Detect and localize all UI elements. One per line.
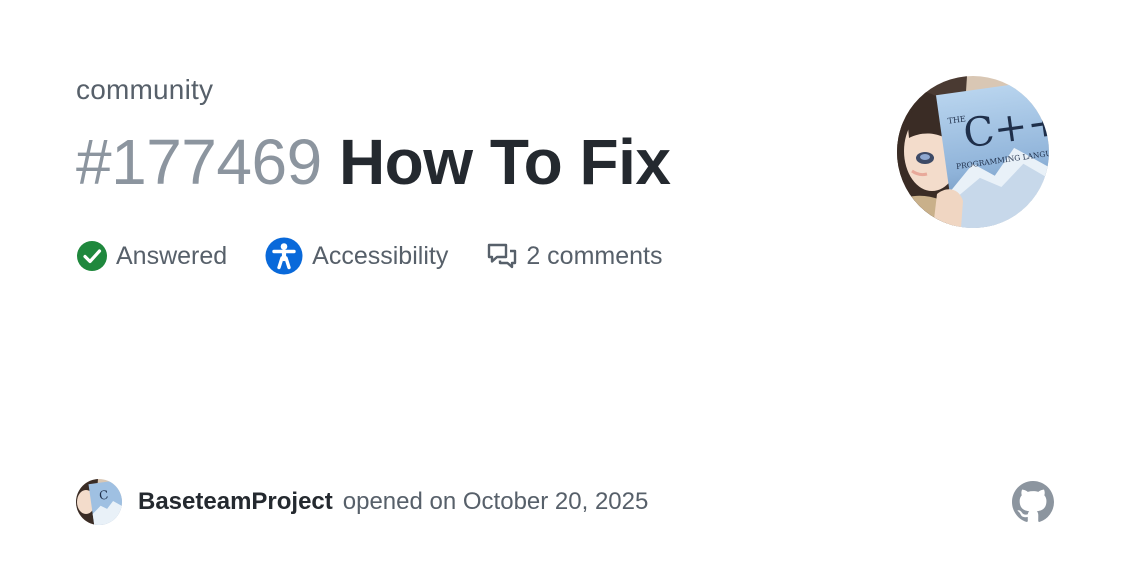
status-answered: Answered xyxy=(76,240,227,272)
author-avatar[interactable]: C xyxy=(76,479,122,525)
check-circle-icon xyxy=(76,240,108,272)
comments-label: 2 comments xyxy=(526,241,663,270)
comments-count[interactable]: 2 comments xyxy=(486,240,663,272)
author-name[interactable]: BaseteamProject xyxy=(138,488,333,516)
issue-meta: Answered Accessibility 2 comments xyxy=(76,236,701,276)
issue-footer: C BaseteamProject opened on October 20, … xyxy=(76,478,648,526)
issue-social-card: community #177469 How To Fix Answered Ac… xyxy=(0,0,1140,570)
status-label: Answered xyxy=(116,241,228,270)
category-label: Accessibility xyxy=(312,241,449,270)
comment-discussion-icon xyxy=(486,240,518,272)
svg-text:C: C xyxy=(98,488,109,503)
opened-date: opened on October 20, 2025 xyxy=(342,488,649,515)
repository-name[interactable]: community xyxy=(76,74,213,106)
accessibility-icon xyxy=(265,237,303,275)
issue-title-text: How To Fix xyxy=(338,126,671,198)
issue-title: #177469 How To Fix xyxy=(76,126,671,198)
github-mark-icon[interactable] xyxy=(1012,481,1054,523)
category-accessibility[interactable]: Accessibility xyxy=(265,237,448,275)
issue-number: #177469 xyxy=(76,126,322,198)
owner-avatar[interactable]: THE C++ PROGRAMMING LANGUAGE xyxy=(897,76,1049,228)
